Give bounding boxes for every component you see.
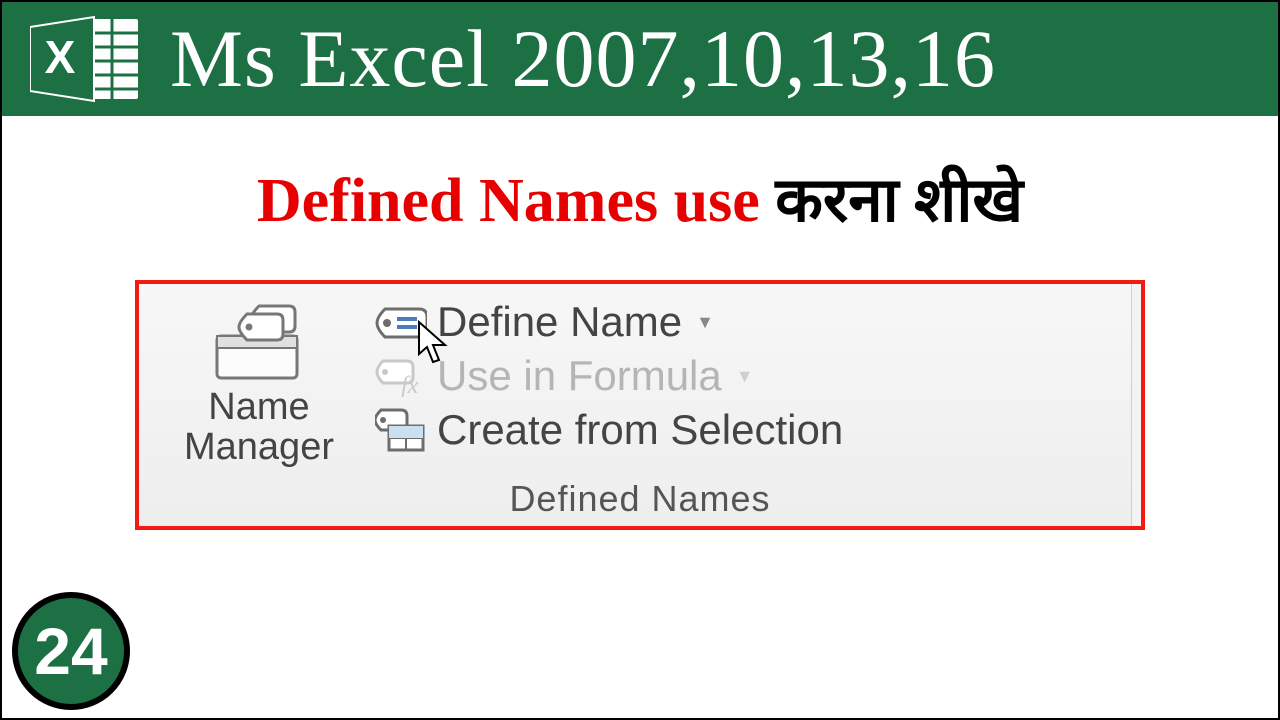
chevron-down-icon: ▼ [696,312,714,333]
subtitle-hindi: करना शीखे [775,167,1023,235]
use-in-formula-label: Use in Formula [437,352,722,400]
use-in-formula-button[interactable]: fx Use in Formula ▼ [375,352,1125,400]
create-from-selection-button[interactable]: Create from Selection [375,406,1125,454]
subtitle: Defined Names use करना शीखे [2,156,1278,240]
name-manager-button[interactable]: NameManager [155,296,375,468]
tag-icon [375,301,427,343]
tag-grid-icon [375,408,427,452]
define-name-button[interactable]: Define Name ▼ [375,298,1125,346]
name-manager-label: NameManager [184,388,334,468]
define-name-label: Define Name [437,298,682,346]
banner-title: Ms Excel 2007,10,13,16 [170,12,996,106]
svg-text:fx: fx [401,373,419,397]
tag-fx-icon: fx [375,355,427,397]
create-from-selection-label: Create from Selection [437,406,843,454]
episode-badge: 24 [12,592,130,710]
chevron-down-icon: ▼ [736,366,754,387]
subtitle-english: Defined Names use [257,167,775,235]
title-banner: X Ms Excel 2007,10,13,16 [2,2,1278,116]
svg-text:X: X [45,31,76,83]
episode-number: 24 [34,613,107,689]
defined-names-ribbon-group: NameManager Define Name ▼ [135,280,1145,530]
excel-logo: X [30,15,140,103]
ribbon-separator [1131,284,1141,526]
ribbon-group-label: Defined Names [155,478,1125,520]
name-manager-icon [199,300,319,384]
